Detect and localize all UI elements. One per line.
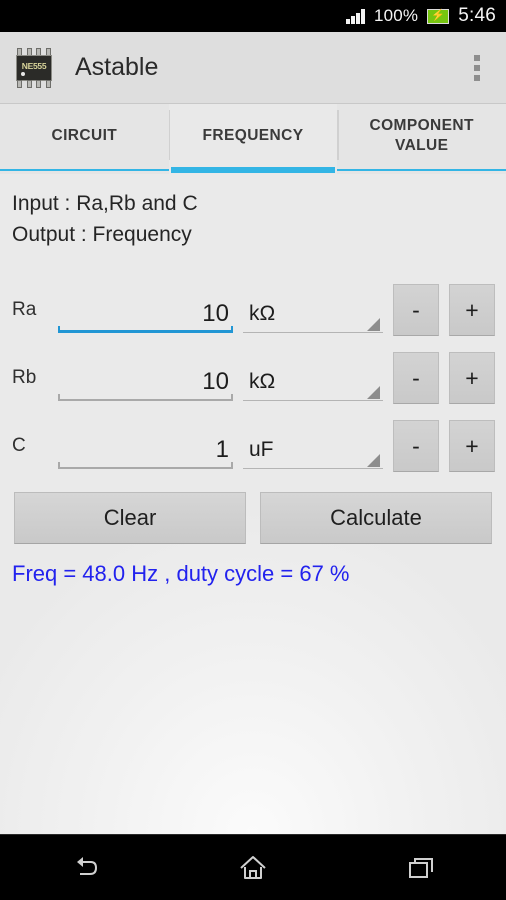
chip-label: NE555	[21, 60, 47, 71]
c-unit-value: uF	[249, 438, 274, 461]
battery-percent-label: 100%	[373, 6, 419, 25]
ne555-chip-icon: NE555	[11, 45, 57, 91]
status-bar-right-cluster: 100% ⚡ 5:46	[346, 5, 496, 27]
rb-label: Rb	[12, 367, 37, 388]
tab-circuit-label: CIRCUIT	[51, 127, 118, 144]
c-label: C	[12, 435, 26, 456]
chevron-down-icon	[367, 386, 380, 399]
ra-value: 10	[202, 300, 229, 327]
c-unit-spinner[interactable]: uF	[243, 423, 383, 469]
content-area: Input : Ra,Rb and C Output : Frequency R…	[0, 174, 506, 834]
tab-bar: CIRCUIT FREQUENCY COMPONENT VALUE	[0, 104, 506, 174]
tab-frequency-underline	[170, 167, 336, 173]
recents-icon[interactable]	[387, 845, 457, 891]
status-bar-clock: 5:46	[458, 5, 496, 26]
app-screen: 100% ⚡ 5:46 NE555 Astable CIRCUIT FREQUE…	[0, 0, 506, 900]
ra-unit-value: kΩ	[249, 302, 276, 325]
c-increment-button[interactable]: +	[449, 420, 495, 472]
action-bar: NE555 Astable	[0, 32, 506, 104]
tab-component-value-label: COMPONENT VALUE	[369, 117, 474, 154]
tab-component-value[interactable]: COMPONENT VALUE	[337, 104, 506, 174]
field-row-c: C 1 uF - +	[0, 412, 506, 480]
rb-decrement-button[interactable]: -	[393, 352, 439, 404]
home-icon[interactable]	[218, 845, 288, 891]
tab-circuit[interactable]: CIRCUIT	[0, 104, 169, 174]
c-decrement-button[interactable]: -	[393, 420, 439, 472]
chip-body: NE555	[16, 54, 52, 81]
c-input-underline	[58, 462, 233, 469]
calculate-button[interactable]: Calculate	[260, 492, 492, 544]
io-description: Input : Ra,Rb and C Output : Frequency	[0, 188, 506, 250]
ra-spinner-underline	[243, 331, 383, 333]
tab-component-value-underline	[337, 169, 506, 171]
status-bar: 100% ⚡ 5:46	[0, 0, 506, 32]
overflow-menu-icon[interactable]	[460, 44, 494, 92]
chevron-down-icon	[367, 454, 380, 467]
action-button-row: Clear Calculate	[0, 480, 506, 544]
tab-frequency[interactable]: FREQUENCY	[168, 104, 338, 174]
field-row-ra: Ra 10 kΩ - +	[0, 276, 506, 344]
rb-spinner-underline	[243, 399, 383, 401]
rb-value: 10	[202, 368, 229, 395]
field-row-rb: Rb 10 kΩ - +	[0, 344, 506, 412]
input-description: Input : Ra,Rb and C	[12, 192, 198, 215]
tab-frequency-label: FREQUENCY	[202, 127, 304, 144]
ra-unit-spinner[interactable]: kΩ	[243, 287, 383, 333]
tab-circuit-underline	[0, 169, 169, 171]
output-description: Output : Frequency	[12, 223, 192, 246]
clear-button[interactable]: Clear	[14, 492, 246, 544]
rb-unit-spinner[interactable]: kΩ	[243, 355, 383, 401]
ra-input-underline	[58, 326, 233, 333]
page-title: Astable	[75, 53, 159, 81]
ra-label: Ra	[12, 299, 37, 320]
rb-unit-value: kΩ	[249, 370, 276, 393]
ra-increment-button[interactable]: +	[449, 284, 495, 336]
chip-pin1-dot	[21, 71, 25, 76]
battery-charging-icon: ⚡	[427, 8, 450, 24]
c-spinner-underline	[243, 467, 383, 469]
rb-input[interactable]: 10	[58, 355, 233, 401]
result-text: Freq = 48.0 Hz , duty cycle = 67 %	[12, 561, 350, 586]
ra-input[interactable]: 10	[58, 287, 233, 333]
back-arrow-icon[interactable]	[49, 845, 119, 891]
android-nav-bar	[0, 834, 506, 900]
c-input[interactable]: 1	[58, 423, 233, 469]
charging-bolt-glyph: ⚡	[431, 9, 446, 21]
ra-decrement-button[interactable]: -	[393, 284, 439, 336]
rb-input-underline	[58, 394, 233, 401]
c-value: 1	[215, 436, 229, 463]
signal-bars-icon	[346, 8, 365, 24]
chevron-down-icon	[367, 318, 380, 331]
chip-pins-bottom	[17, 79, 51, 88]
rb-increment-button[interactable]: +	[449, 352, 495, 404]
